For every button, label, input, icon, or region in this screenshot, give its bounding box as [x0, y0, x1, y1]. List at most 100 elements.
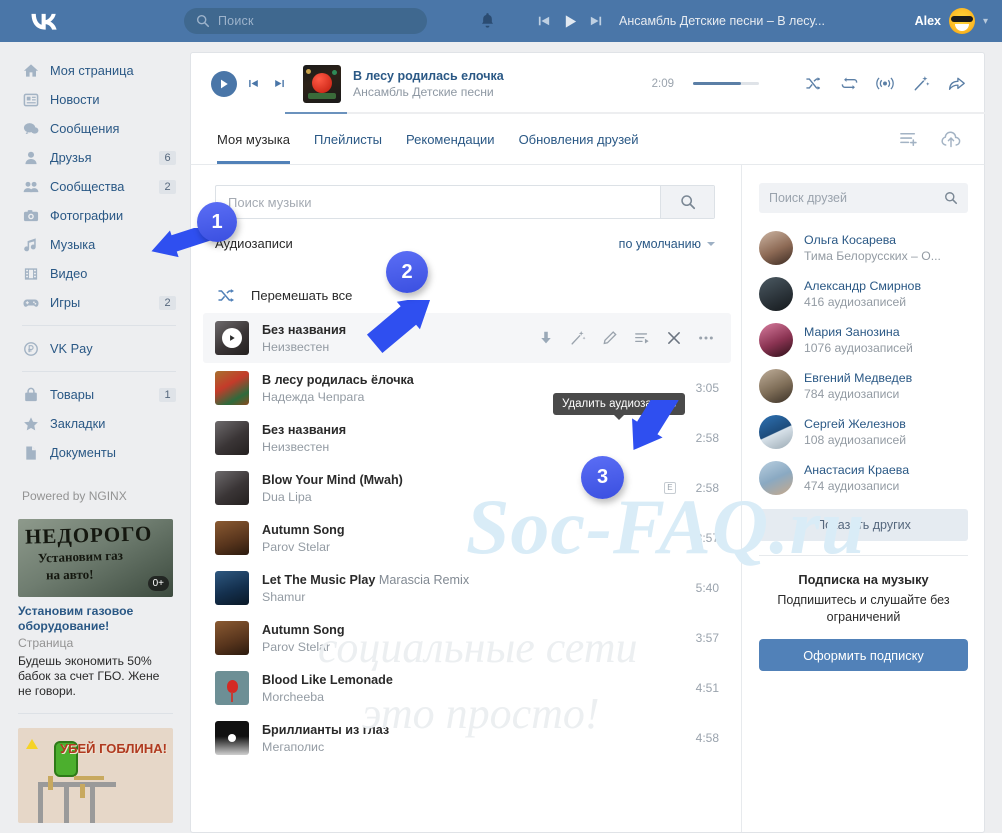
friend-item[interactable]: Сергей Железнов 108 аудиозаписей [742, 409, 985, 455]
track-row[interactable]: Let The Music Play Marascia Remix Shamur… [203, 563, 731, 613]
track-row[interactable]: Autumn Song Parov Stelar 3:57 [203, 513, 731, 563]
friend-item[interactable]: Анастасия Краева 474 аудиозаписи [742, 455, 985, 501]
sidebar-item-my-page[interactable]: Моя страница [0, 56, 190, 85]
sidebar-item-games[interactable]: Игры 2 [0, 288, 190, 317]
track-cover[interactable] [215, 421, 249, 455]
track-title[interactable]: Let The Music Play Marascia Remix [262, 573, 686, 587]
share-icon[interactable] [948, 75, 966, 93]
download-icon[interactable] [537, 329, 555, 347]
mini-player-now-playing[interactable]: Ансамбль Детские песни – В лесу... [619, 14, 825, 28]
avatar[interactable] [759, 369, 793, 403]
track-cover[interactable] [215, 471, 249, 505]
search-icon[interactable] [944, 191, 958, 205]
bell-icon[interactable] [479, 12, 497, 30]
more-dots-icon[interactable] [697, 329, 715, 347]
next-track-icon[interactable] [583, 11, 609, 31]
track-cover[interactable] [215, 321, 249, 355]
friend-name[interactable]: Евгений Медведев [804, 371, 912, 385]
search-submit-button[interactable] [660, 186, 714, 218]
sidebar-item-products[interactable]: Товары 1 [0, 380, 190, 409]
broadcast-icon[interactable] [876, 75, 894, 93]
sidebar-item-bookmarks[interactable]: Закладки [0, 409, 190, 438]
track-row[interactable]: Бриллианты из глаз Мегаполис 4:58 [203, 713, 731, 763]
chevron-down-icon[interactable]: ▾ [983, 16, 988, 27]
magic-wand-icon[interactable] [912, 75, 930, 93]
sidebar-item-documents[interactable]: Документы [0, 438, 190, 467]
friend-name[interactable]: Александр Смирнов [804, 279, 921, 293]
sidebar-item-vk-pay[interactable]: VK Pay [0, 334, 190, 363]
avatar[interactable] [759, 415, 793, 449]
add-to-playlist-icon[interactable] [898, 128, 920, 150]
vk-logo-icon[interactable] [22, 13, 66, 30]
track-row[interactable]: Blood Like Lemonade Morcheeba 4:51 [203, 663, 731, 713]
sidebar-item-photos[interactable]: Фотографии [0, 201, 190, 230]
avatar[interactable] [759, 461, 793, 495]
add-to-playlist-icon[interactable] [633, 329, 651, 347]
track-artist[interactable]: Shamur [262, 590, 686, 604]
repeat-icon[interactable] [840, 75, 858, 93]
friend-item[interactable]: Евгений Медведев 784 аудиозаписи [742, 363, 985, 409]
music-search-box[interactable] [215, 185, 715, 219]
track-artist[interactable]: Parov Stelar [262, 640, 686, 654]
now-playing-artist[interactable]: Ансамбль Детские песни [353, 85, 504, 99]
track-cover[interactable] [215, 371, 249, 405]
delete-x-icon[interactable] [665, 329, 683, 347]
track-title[interactable]: Бриллианты из глаз [262, 723, 686, 737]
track-cover[interactable] [215, 521, 249, 555]
upload-cloud-icon[interactable] [940, 128, 962, 150]
show-more-friends-button[interactable]: Показать других [759, 509, 968, 541]
shuffle-icon[interactable] [804, 75, 822, 93]
previous-track-icon[interactable] [243, 74, 263, 94]
friend-name[interactable]: Сергей Железнов [804, 417, 906, 431]
tab-friends-updates[interactable]: Обновления друзей [519, 115, 639, 164]
track-artist[interactable]: Morcheeba [262, 690, 686, 704]
track-title[interactable]: Blood Like Lemonade [262, 673, 686, 687]
ad-title[interactable]: Установим газовое оборудование! [18, 604, 173, 634]
track-artist[interactable]: Мегаполис [262, 740, 686, 754]
track-cover[interactable] [215, 721, 249, 755]
tab-playlists[interactable]: Плейлисты [314, 115, 382, 164]
track-row[interactable]: Без названия Неизвестен [203, 313, 731, 363]
tab-recommendations[interactable]: Рекомендации [406, 115, 495, 164]
ad-image[interactable]: НЕДОРОГО Установим газ на авто! 0+ [18, 519, 173, 597]
sidebar-item-messages[interactable]: Сообщения [0, 114, 190, 143]
sidebar-item-news[interactable]: Новости [0, 85, 190, 114]
friend-name[interactable]: Ольга Косарева [804, 233, 941, 247]
sidebar-item-groups[interactable]: Сообщества 2 [0, 172, 190, 201]
search-input[interactable] [216, 186, 660, 218]
track-cover[interactable] [215, 571, 249, 605]
play-icon[interactable] [211, 70, 237, 97]
track-title[interactable]: В лесу родилась ёлочка [262, 373, 686, 387]
sidebar-item-friends[interactable]: Друзья 6 [0, 143, 190, 172]
track-cover[interactable] [215, 621, 249, 655]
now-playing-title[interactable]: В лесу родилась елочка [353, 69, 504, 83]
next-track-icon[interactable] [269, 74, 289, 94]
track-row[interactable]: Autumn Song Parov Stelar 3:57 [203, 613, 731, 663]
ad-block-gas-equipment[interactable]: НЕДОРОГО Установим газ на авто! 0+ Устан… [18, 519, 173, 823]
avatar[interactable] [948, 8, 975, 34]
magic-wand-icon[interactable] [569, 329, 587, 347]
avatar[interactable] [759, 231, 793, 265]
shuffle-all-button[interactable]: Перемешать все [215, 277, 715, 313]
friends-search-box[interactable]: Поиск друзей [759, 183, 968, 213]
track-cover[interactable] [215, 671, 249, 705]
sort-dropdown[interactable]: по умолчанию [619, 237, 715, 251]
friend-item[interactable]: Мария Занозина 1076 аудиозаписей [742, 317, 985, 363]
play-icon[interactable] [557, 11, 583, 31]
avatar[interactable] [759, 277, 793, 311]
friend-name[interactable]: Мария Занозина [804, 325, 913, 339]
friend-item[interactable]: Александр Смирнов 416 аудиозаписей [742, 271, 985, 317]
subscribe-button[interactable]: Оформить подписку [759, 639, 968, 671]
global-search-box[interactable]: Поиск [184, 8, 427, 34]
previous-track-icon[interactable] [531, 11, 557, 31]
edit-pencil-icon[interactable] [601, 329, 619, 347]
friend-name[interactable]: Анастасия Краева [804, 463, 909, 477]
track-artist[interactable]: Parov Stelar [262, 540, 686, 554]
track-title[interactable]: Autumn Song [262, 523, 686, 537]
track-title[interactable]: Autumn Song [262, 623, 686, 637]
friend-item[interactable]: Ольга Косарева Тима Белорусских – О... [742, 225, 985, 271]
account-menu[interactable]: Alex ▾ [915, 0, 988, 42]
avatar[interactable] [759, 323, 793, 357]
ad-image-goblin[interactable]: УБЕЙ ГОБЛИНА! [18, 728, 173, 823]
tab-my-music[interactable]: Моя музыка [217, 115, 290, 164]
